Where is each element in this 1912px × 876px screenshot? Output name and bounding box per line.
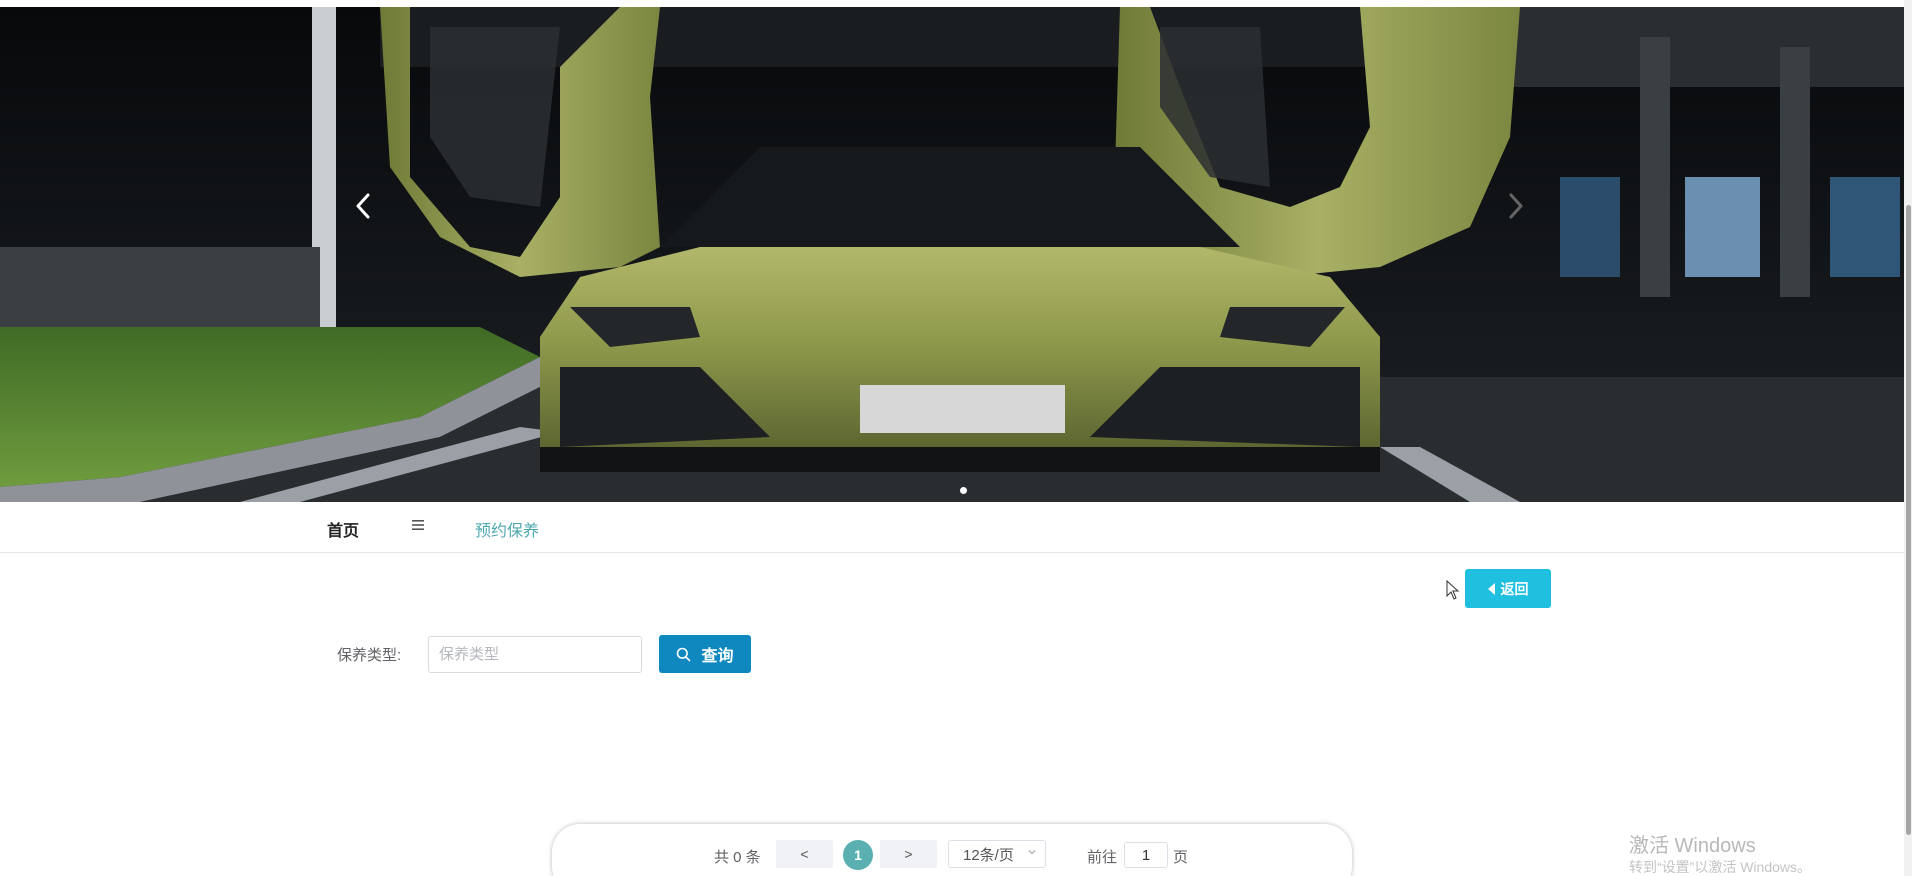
banner-carousel[interactable]	[0, 7, 1904, 502]
chevron-left-icon	[356, 193, 370, 219]
search-icon	[677, 647, 691, 661]
nav-home-link[interactable]: 首页	[327, 517, 359, 541]
pagination-goto-label: 前往	[1087, 849, 1118, 866]
back-button-label: 返回	[1500, 580, 1529, 597]
carousel-indicators	[960, 487, 967, 494]
query-button-label: 查询	[701, 648, 734, 665]
breadcrumb-nav: 首页 预约保养	[0, 502, 1904, 553]
chevron-down-icon	[1028, 850, 1036, 855]
maintenance-type-input[interactable]	[428, 636, 642, 673]
windows-activation-subtitle: 转到“设置”以激活 Windows。	[1629, 859, 1812, 875]
pagination-prev-button[interactable]: <	[776, 840, 833, 868]
carousel-prev-button[interactable]	[355, 193, 395, 233]
carousel-next-button[interactable]	[1508, 193, 1548, 233]
pagination-next-button[interactable]: >	[880, 840, 937, 868]
page: 首页 预约保养 返回 保养类型: 查询 共 0 条 < 1 > 12条/页 前往	[0, 0, 1912, 876]
page-size-select[interactable]: 12条/页	[948, 840, 1046, 868]
chevron-right-icon	[1509, 193, 1523, 219]
menu-icon[interactable]	[410, 517, 426, 533]
carousel-dot[interactable]	[960, 487, 967, 494]
query-button[interactable]: 查询	[659, 635, 751, 673]
pagination-page-1[interactable]: 1	[843, 840, 873, 870]
scrollbar-thumb[interactable]	[1906, 205, 1911, 835]
maintenance-type-label: 保养类型:	[337, 647, 402, 664]
back-button[interactable]: 返回	[1465, 569, 1551, 608]
page-size-value: 12条/页	[963, 846, 1014, 864]
pagination-goto-input[interactable]	[1124, 842, 1168, 868]
mouse-pointer-icon	[1446, 580, 1460, 600]
banner-image	[0, 7, 1904, 502]
pagination-total: 共 0 条	[714, 849, 761, 866]
windows-activation-title: 激活 Windows	[1629, 835, 1756, 857]
caret-left-icon	[1487, 582, 1495, 595]
pagination-goto-suffix: 页	[1173, 849, 1189, 866]
nav-current-page[interactable]: 预约保养	[475, 517, 539, 541]
